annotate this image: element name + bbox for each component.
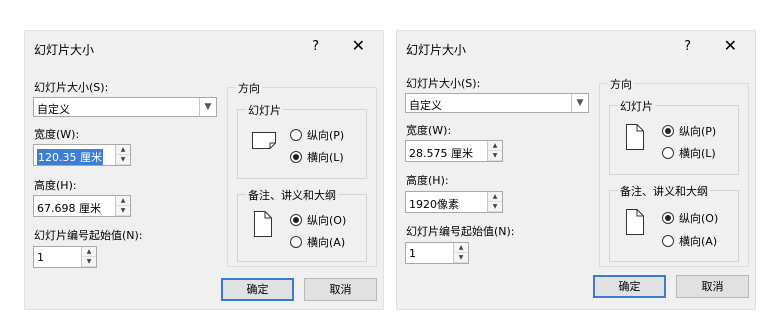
slides-group-label: 幻灯片 <box>618 98 655 114</box>
width-label: 宽度(W): <box>406 124 452 137</box>
landscape-page-icon <box>252 132 276 149</box>
spin-down-icon[interactable]: ▼ <box>116 206 130 216</box>
notes-group-label: 备注、讲义和大纲 <box>246 187 338 203</box>
radio-circle[interactable] <box>662 147 674 159</box>
notes-portrait-radio[interactable]: 纵向(O) <box>290 212 346 228</box>
notes-group-label: 备注、讲义和大纲 <box>618 183 710 199</box>
notes-landscape-label: 横向(A) <box>307 236 346 249</box>
radio-circle[interactable] <box>290 129 302 141</box>
notes-orientation-group: 备注、讲义和大纲 纵向(O) 横向(A) <box>609 183 739 262</box>
notes-landscape-radio[interactable]: 横向(A) <box>290 234 345 250</box>
cancel-button[interactable]: 取消 <box>304 278 377 301</box>
slides-landscape-label: 横向(L) <box>307 151 344 164</box>
slides-orientation-group: 幻灯片 纵向(P) 横向(L) <box>609 98 739 175</box>
width-value: 28.575 厘米 <box>409 147 473 160</box>
radio-circle[interactable] <box>662 125 674 137</box>
slides-orientation-group: 幻灯片 纵向(P) 横向(L) <box>237 102 367 179</box>
radio-circle[interactable] <box>290 236 302 248</box>
close-icon[interactable]: ✕ <box>352 36 365 55</box>
notes-portrait-label: 纵向(O) <box>307 214 347 227</box>
radio-circle[interactable] <box>662 212 674 224</box>
radio-circle[interactable] <box>290 151 302 163</box>
dialog-title: 幻灯片大小 <box>406 43 467 57</box>
notes-portrait-label: 纵向(O) <box>679 212 719 225</box>
number-start-label: 幻灯片编号起始值(N): <box>406 225 515 238</box>
radio-circle[interactable] <box>290 214 302 226</box>
height-input[interactable]: 67.698 厘米 ▲ ▼ <box>33 195 131 217</box>
number-start-input[interactable]: 1 ▲ ▼ <box>405 242 469 264</box>
slides-landscape-label: 横向(L) <box>679 147 716 160</box>
dialog-title: 幻灯片大小 <box>34 43 95 57</box>
help-icon[interactable]: ? <box>312 39 319 54</box>
slides-portrait-radio[interactable]: 纵向(P) <box>290 127 344 143</box>
spin-down-icon[interactable]: ▼ <box>82 257 96 267</box>
slide-size-value: 自定义 <box>409 99 442 112</box>
slide-size-select[interactable]: 自定义 ▼ <box>405 93 589 113</box>
slide-size-label: 幻灯片大小(S): <box>406 77 481 90</box>
spin-up-icon[interactable]: ▲ <box>488 192 502 202</box>
number-start-value: 1 <box>409 247 416 260</box>
close-icon[interactable]: ✕ <box>724 36 737 55</box>
height-input[interactable]: 1920像素 ▲ ▼ <box>405 191 503 213</box>
slides-portrait-label: 纵向(P) <box>679 125 717 138</box>
number-stepper[interactable]: ▲ ▼ <box>453 243 468 263</box>
ok-button[interactable]: 确定 <box>593 275 666 298</box>
help-icon[interactable]: ? <box>684 39 691 54</box>
width-input[interactable]: 28.575 厘米 ▲ ▼ <box>405 140 503 162</box>
chevron-down-icon[interactable]: ▼ <box>571 94 588 112</box>
number-start-label: 幻灯片编号起始值(N): <box>34 229 143 242</box>
number-stepper[interactable]: ▲ ▼ <box>81 247 96 267</box>
spin-up-icon[interactable]: ▲ <box>116 145 130 155</box>
slide-size-value: 自定义 <box>37 103 70 116</box>
height-label: 高度(H): <box>34 179 77 192</box>
slides-group-label: 幻灯片 <box>246 102 283 118</box>
width-label: 宽度(W): <box>34 128 80 141</box>
slide-size-select[interactable]: 自定义 ▼ <box>33 97 217 117</box>
spin-up-icon[interactable]: ▲ <box>488 141 502 151</box>
notes-landscape-label: 横向(A) <box>679 235 718 248</box>
orientation-title: 方向 <box>608 76 634 92</box>
cancel-button[interactable]: 取消 <box>676 275 749 298</box>
portrait-page-icon <box>626 209 644 235</box>
slide-size-dialog-2: 幻灯片大小 ? ✕ 幻灯片大小(S): 自定义 ▼ 宽度(W): 28.575 … <box>396 30 756 310</box>
slides-portrait-radio[interactable]: 纵向(P) <box>662 123 716 139</box>
height-label: 高度(H): <box>406 174 449 187</box>
ok-button[interactable]: 确定 <box>221 278 294 301</box>
notes-landscape-radio[interactable]: 横向(A) <box>662 233 717 249</box>
portrait-page-icon <box>626 124 644 150</box>
radio-circle[interactable] <box>662 235 674 247</box>
spin-down-icon[interactable]: ▼ <box>116 155 130 165</box>
spin-down-icon[interactable]: ▼ <box>488 151 502 161</box>
portrait-page-icon <box>254 211 272 237</box>
slides-landscape-radio[interactable]: 横向(L) <box>662 145 716 161</box>
chevron-down-icon[interactable]: ▼ <box>199 98 216 116</box>
width-value: 120.35 厘米 <box>37 149 103 165</box>
height-value: 1920像素 <box>409 198 459 211</box>
width-input[interactable]: 120.35 厘米 ▲ ▼ <box>33 144 131 166</box>
width-stepper[interactable]: ▲ ▼ <box>115 145 130 165</box>
height-value: 67.698 厘米 <box>37 202 101 215</box>
spin-down-icon[interactable]: ▼ <box>454 253 468 263</box>
spin-up-icon[interactable]: ▲ <box>454 243 468 253</box>
slides-landscape-radio[interactable]: 横向(L) <box>290 149 344 165</box>
slides-portrait-label: 纵向(P) <box>307 129 345 142</box>
notes-orientation-group: 备注、讲义和大纲 纵向(O) 横向(A) <box>237 187 367 262</box>
spin-down-icon[interactable]: ▼ <box>488 202 502 212</box>
height-stepper[interactable]: ▲ ▼ <box>487 192 502 212</box>
width-stepper[interactable]: ▲ ▼ <box>487 141 502 161</box>
orientation-title: 方向 <box>236 80 262 96</box>
spin-up-icon[interactable]: ▲ <box>116 196 130 206</box>
height-stepper[interactable]: ▲ ▼ <box>115 196 130 216</box>
notes-portrait-radio[interactable]: 纵向(O) <box>662 210 718 226</box>
slide-size-dialog-1: 幻灯片大小 ? ✕ 幻灯片大小(S): 自定义 ▼ 宽度(W): 120.35 … <box>24 30 384 310</box>
spin-up-icon[interactable]: ▲ <box>82 247 96 257</box>
number-start-value: 1 <box>37 251 44 264</box>
number-start-input[interactable]: 1 ▲ ▼ <box>33 246 97 268</box>
slide-size-label: 幻灯片大小(S): <box>34 81 109 94</box>
